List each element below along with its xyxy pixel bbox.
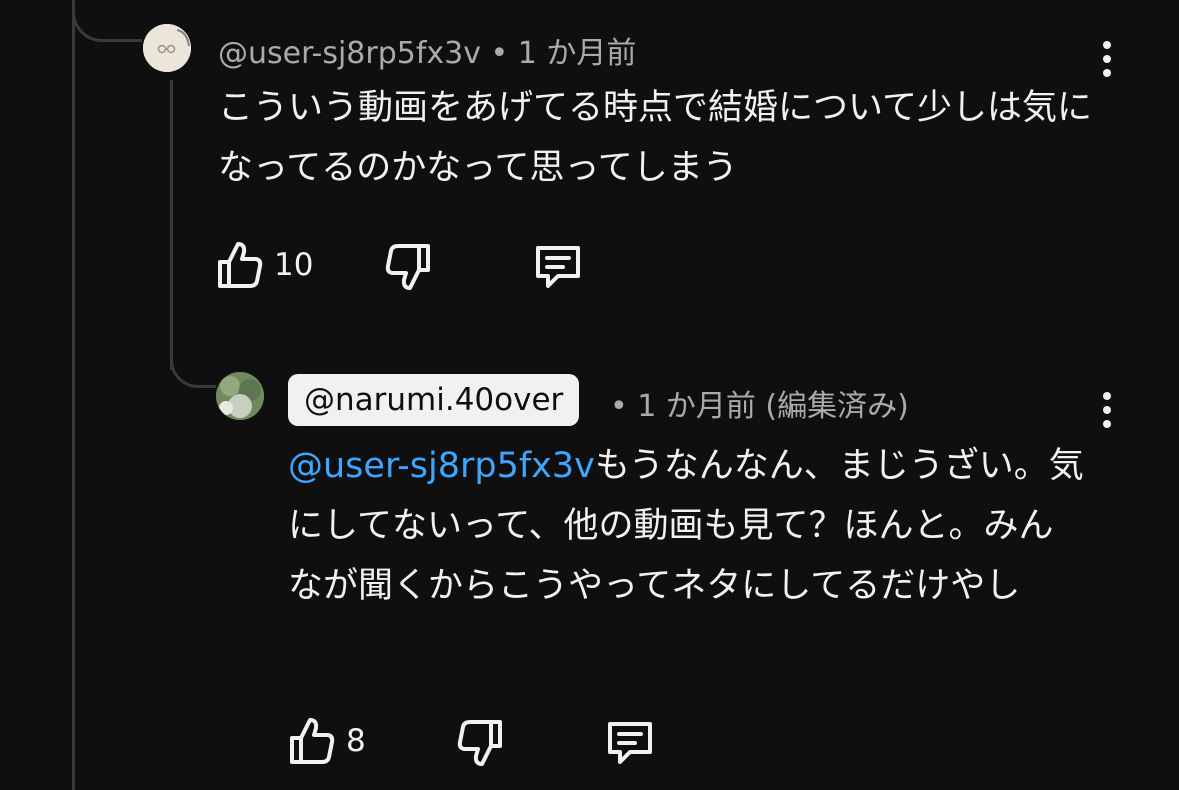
reply-icon — [608, 722, 652, 764]
dislike-button[interactable] — [456, 718, 504, 768]
reply-author-chip[interactable]: @narumi.40over — [288, 374, 580, 426]
comment-text: こういう動画をあげてる時点で結婚について少しは気になってるのかなって思ってしまう — [218, 88, 1092, 188]
like-icon — [290, 718, 335, 764]
like-count: 8 — [346, 723, 366, 759]
avatar[interactable] — [216, 372, 264, 420]
like-button[interactable]: 10 — [216, 240, 313, 290]
dislike-icon — [385, 244, 430, 290]
reply-button[interactable] — [604, 718, 656, 768]
like-icon — [218, 242, 263, 288]
dislike-icon — [457, 720, 502, 766]
reply-text: @user-sj8rp5fx3vもうなんなん、まじうざい。気にしてないって、他の… — [288, 436, 1088, 616]
like-count: 10 — [274, 247, 314, 283]
dislike-button[interactable] — [384, 242, 432, 292]
mention-link[interactable]: @user-sj8rp5fx3v — [288, 446, 595, 486]
comment-meta[interactable]: @user-sj8rp5fx3v • 1 か月前 — [218, 28, 636, 72]
avatar[interactable] — [143, 24, 191, 72]
thread-line-outer — [72, 0, 75, 790]
more-icon[interactable] — [1092, 34, 1122, 84]
more-icon[interactable] — [1092, 385, 1122, 435]
thread-connector-top — [72, 0, 142, 42]
reply-button[interactable] — [532, 242, 584, 292]
thread-connector-reply — [170, 340, 216, 388]
reply-meta: • 1 か月前 (編集済み) — [610, 389, 909, 424]
thread-line-inner — [170, 80, 173, 370]
reply-icon — [536, 246, 580, 288]
like-button[interactable]: 8 — [288, 716, 366, 766]
